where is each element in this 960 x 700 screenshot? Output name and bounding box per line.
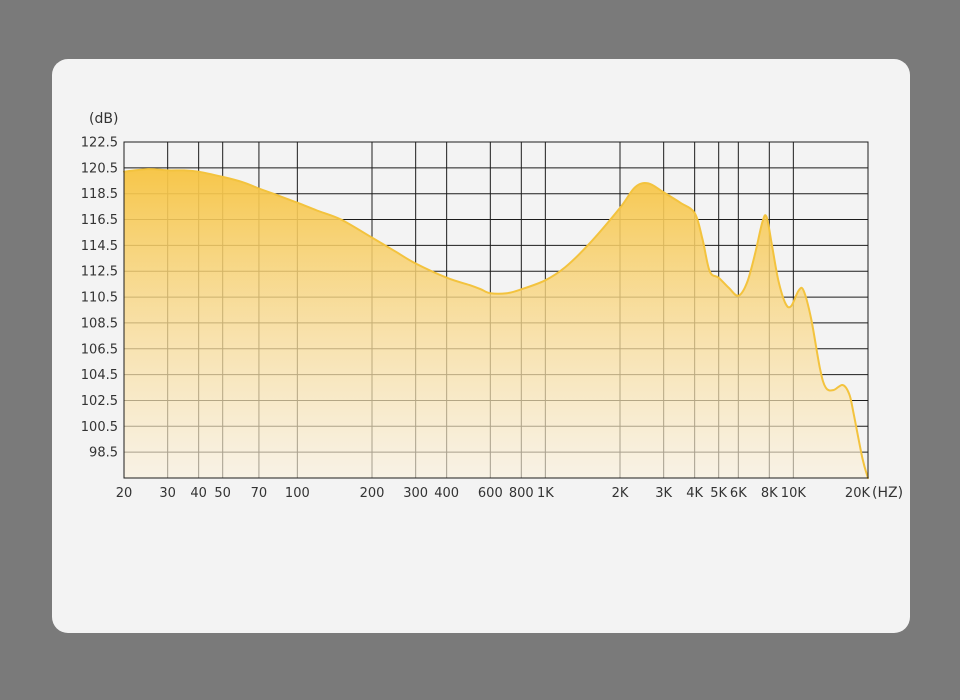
- y-tick-label: 110.5: [81, 291, 118, 306]
- frequency-response-chart: 122.5 120.5 118.5 116.5 114.5 112.5 110.5 108.5…: [81, 111, 903, 501]
- y-tick-label: 102.5: [81, 394, 118, 409]
- x-tick-label: 200: [360, 486, 385, 501]
- y-tick-label: 118.5: [81, 187, 118, 202]
- x-tick-label: 800: [509, 486, 534, 501]
- x-tick-label: 50: [214, 486, 231, 501]
- response-area-fill: [124, 169, 868, 478]
- x-tick-label: 20: [116, 486, 133, 501]
- x-tick-label: 70: [251, 486, 268, 501]
- x-tick-label: 1K: [537, 486, 554, 501]
- y-tick-label: 100.5: [81, 420, 118, 435]
- x-tick-label: 6K: [730, 486, 747, 501]
- response-area: [123, 168, 869, 479]
- x-tick-label: 40: [190, 486, 207, 501]
- y-axis-label: (dB): [89, 111, 118, 127]
- y-tick-label: 98.5: [89, 446, 118, 461]
- x-tick-label: 300: [403, 486, 428, 501]
- y-tick-label: 108.5: [81, 316, 118, 331]
- y-tick-label: 106.5: [81, 342, 118, 357]
- x-tick-label: 400: [434, 486, 459, 501]
- y-tick-label: 112.5: [81, 265, 118, 280]
- x-tick-label: 4K: [686, 486, 703, 501]
- x-axis-label: (HZ): [872, 485, 903, 501]
- x-tick-label: 5K: [710, 486, 727, 501]
- y-axis-tick-labels: 122.5 120.5 118.5 116.5 114.5 112.5 110.5 108.5…: [81, 136, 118, 461]
- x-tick-label: 8K: [761, 486, 778, 501]
- y-tick-label: 120.5: [81, 161, 118, 176]
- x-tick-label: 100: [285, 486, 310, 501]
- x-axis-tick-labels: 20 30 40 50 70 100 200 300 400 600 800 1K 2K 3K 4K 5K 6K…: [116, 486, 871, 501]
- y-tick-label: 116.5: [81, 213, 118, 228]
- x-tick-label: 20K: [845, 486, 871, 501]
- y-tick-label: 122.5: [81, 136, 118, 151]
- x-tick-label: 30: [159, 486, 176, 501]
- x-tick-label: 600: [478, 486, 503, 501]
- y-tick-label: 104.5: [81, 368, 118, 383]
- x-tick-label: 2K: [612, 486, 629, 501]
- x-tick-label: 10K: [781, 486, 807, 501]
- y-tick-label: 114.5: [81, 239, 118, 254]
- x-tick-label: 3K: [655, 486, 672, 501]
